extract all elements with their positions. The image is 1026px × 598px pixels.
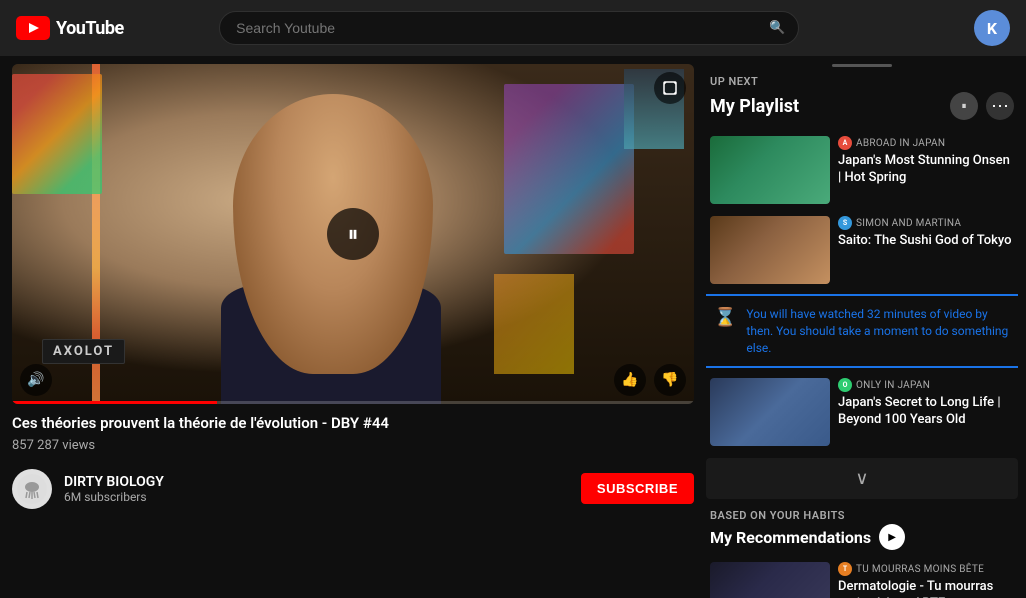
main-layout: AXOLOT ⏸ — [0, 56, 1026, 598]
chevron-down-icon: ∨ — [855, 468, 868, 489]
channel-avatar[interactable] — [12, 469, 52, 509]
header: YouTube 🔍 K — [0, 0, 1026, 56]
player-controls: ⏸ — [12, 64, 694, 404]
playlist-pause-button[interactable]: ⏸ — [950, 92, 978, 120]
video-info: Ces théories prouvent la théorie de l'év… — [12, 404, 694, 459]
playlist-header: My Playlist ⏸ ⋯ — [706, 92, 1018, 120]
channel-subs: 6M subscribers — [64, 490, 569, 504]
playlist-item-info: A ABROAD IN JAPAN Japan's Most Stunning … — [838, 136, 1014, 204]
channel-badge-name: ABROAD IN JAPAN — [856, 138, 945, 149]
channel-dot-icon: O — [838, 378, 852, 392]
recommendations-title-row: My Recommendations ▶ — [710, 524, 1014, 550]
volume-icon: 🔊 — [27, 372, 44, 388]
channel-info: DIRTY BIOLOGY 6M subscribers — [64, 474, 569, 504]
playlist-thumb — [710, 378, 830, 446]
progress-fill — [12, 401, 217, 404]
more-options-icon: ⋯ — [991, 96, 1009, 117]
channel-row: DIRTY BIOLOGY 6M subscribers SUBSCRIBE — [12, 469, 694, 509]
youtube-logo-icon — [16, 16, 50, 40]
playlist-more-button[interactable]: ⋯ — [986, 92, 1014, 120]
search-input[interactable] — [219, 11, 799, 45]
break-reminder-text: You will have watched 32 minutes of vide… — [746, 306, 1010, 356]
playlist-title: My Playlist — [710, 96, 942, 117]
progress-bar[interactable] — [12, 401, 694, 404]
play-all-button[interactable]: ▶ — [879, 524, 905, 550]
channel-dot-icon: T — [838, 562, 852, 576]
up-next-label: UP NEXT — [706, 75, 1018, 88]
video-player: AXOLOT ⏸ — [12, 64, 694, 404]
channel-badge: S SIMON AND MARTINA — [838, 216, 1014, 230]
video-title: Ces théories prouvent la théorie de l'év… — [12, 414, 694, 434]
channel-badge-name: SIMON AND MARTINA — [856, 218, 961, 229]
channel-badge: A ABROAD IN JAPAN — [838, 136, 1014, 150]
expand-playlist-button[interactable]: ∨ — [706, 458, 1018, 499]
thumbs-up-icon: 👍 — [621, 372, 638, 388]
search-icon: 🔍 — [769, 21, 785, 36]
channel-badge: O ONLY IN JAPAN — [838, 378, 1014, 392]
recommendations-header: BASED ON YOUR HABITS My Recommendations … — [706, 505, 1018, 556]
play-pause-button[interactable]: ⏸ — [327, 208, 379, 260]
play-icon: ▶ — [888, 532, 896, 543]
channel-avatar-icon — [17, 474, 47, 504]
playlist-item[interactable]: A ABROAD IN JAPAN Japan's Most Stunning … — [706, 130, 1018, 210]
playlist-video-title: Japan's Secret to Long Life | Beyond 100… — [838, 395, 1014, 429]
channel-dot-icon: S — [838, 216, 852, 230]
channel-name[interactable]: DIRTY BIOLOGY — [64, 474, 569, 490]
rec-video-title: Dermatologie - Tu mourras moins bête - A… — [838, 579, 1014, 598]
playlist-item[interactable]: O ONLY IN JAPAN Japan's Secret to Long L… — [706, 372, 1018, 452]
pause-icon: ⏸ — [347, 222, 358, 247]
like-dislike-controls: 👍 👎 — [614, 364, 686, 396]
like-button[interactable]: 👍 — [614, 364, 646, 396]
volume-button[interactable]: 🔊 — [20, 364, 52, 396]
scroll-indicator — [832, 64, 892, 67]
thumbs-down-icon: 👎 — [661, 372, 678, 388]
playlist-item-info: S SIMON AND MARTINA Saito: The Sushi God… — [838, 216, 1014, 284]
video-views: 857 287 views — [12, 438, 694, 453]
channel-badge-name: ONLY IN JAPAN — [856, 380, 930, 391]
user-avatar[interactable]: K — [974, 10, 1010, 46]
search-bar: 🔍 — [219, 11, 799, 45]
video-thumbnail[interactable]: AXOLOT ⏸ — [12, 64, 694, 404]
hourglass-icon: ⌛ — [714, 307, 736, 328]
video-section: AXOLOT ⏸ — [0, 56, 706, 598]
playlist-thumb — [710, 216, 830, 284]
channel-badge: T TU MOURRAS MOINS BÊTE — [838, 562, 1014, 576]
channel-badge-name: TU MOURRAS MOINS BÊTE — [856, 564, 984, 575]
playlist-video-title: Saito: The Sushi God of Tokyo — [838, 233, 1014, 250]
rec-thumb — [710, 562, 830, 598]
based-on-habits-label: BASED ON YOUR HABITS — [710, 509, 1014, 522]
rec-item-info: T TU MOURRAS MOINS BÊTE Dermatologie - T… — [838, 562, 1014, 598]
playlist-thumb — [710, 136, 830, 204]
logo[interactable]: YouTube — [16, 16, 124, 40]
recommendations-title: My Recommendations — [710, 528, 871, 547]
dislike-button[interactable]: 👎 — [654, 364, 686, 396]
playlist-item-info: O ONLY IN JAPAN Japan's Secret to Long L… — [838, 378, 1014, 446]
break-reminder: ⌛ You will have watched 32 minutes of vi… — [706, 294, 1018, 368]
recommendation-item[interactable]: T TU MOURRAS MOINS BÊTE Dermatologie - T… — [706, 556, 1018, 598]
channel-dot-icon: A — [838, 136, 852, 150]
subscribe-button[interactable]: SUBSCRIBE — [581, 473, 694, 504]
playlist-video-title: Japan's Most Stunning Onsen | Hot Spring — [838, 153, 1014, 187]
pause-icon: ⏸ — [962, 101, 967, 112]
bottom-controls: 🔊 👍 👎 — [20, 364, 686, 396]
left-controls: 🔊 — [20, 364, 52, 396]
playlist-item[interactable]: S SIMON AND MARTINA Saito: The Sushi God… — [706, 210, 1018, 290]
youtube-wordmark: YouTube — [56, 18, 124, 39]
sidebar: UP NEXT My Playlist ⏸ ⋯ A ABROAD IN JAPA… — [706, 56, 1026, 598]
